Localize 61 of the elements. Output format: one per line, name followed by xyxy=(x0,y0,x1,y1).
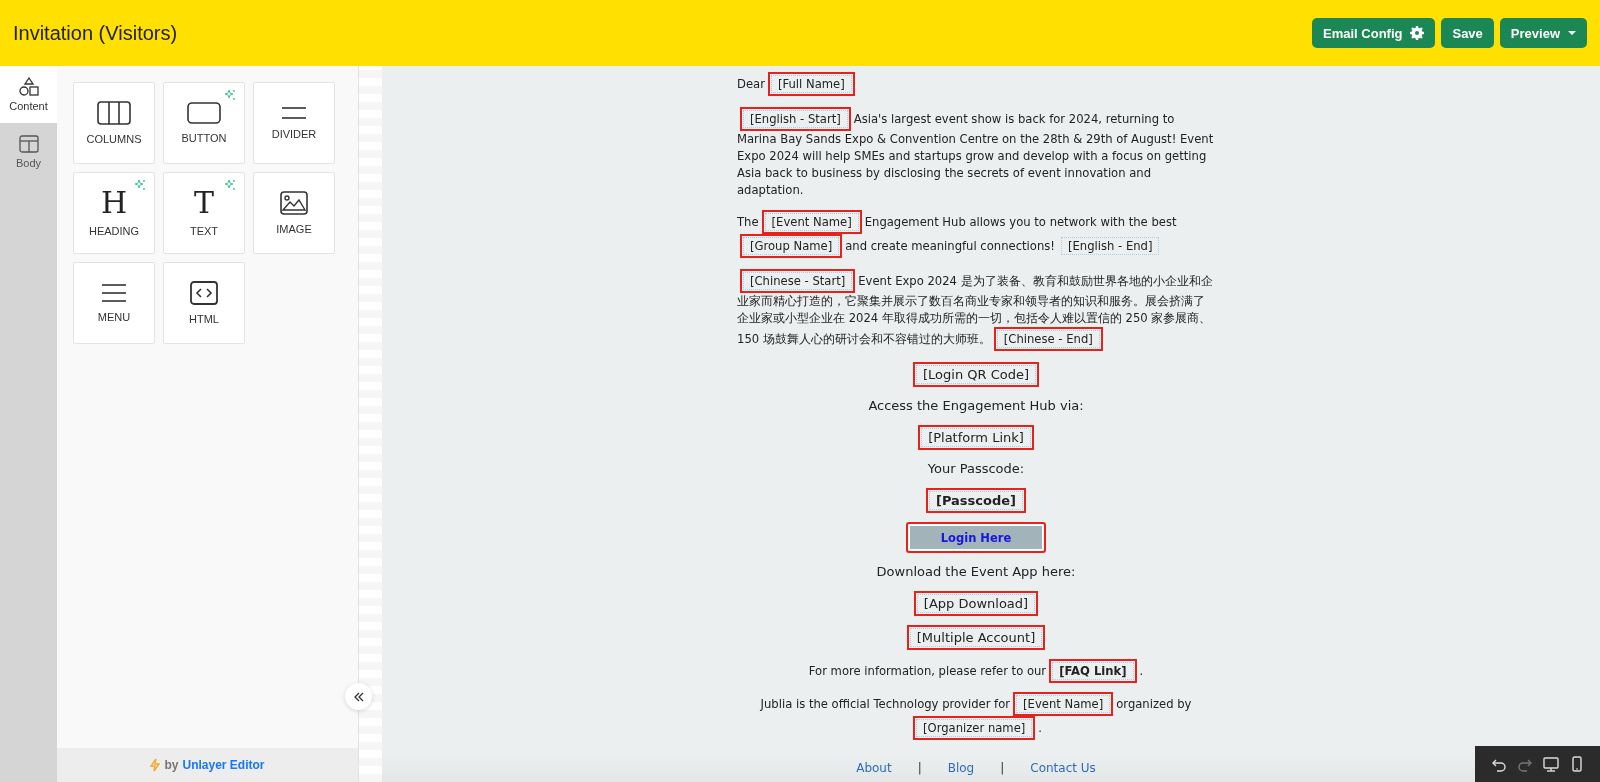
brand-link[interactable]: Unlayer Editor xyxy=(182,758,265,772)
merge-tag: [FAQ Link] xyxy=(1049,659,1137,683)
email-paragraph: The [Event Name] Engagement Hub allows you to network with the best [Group Name] and create meaningful connections! [English - End] xyxy=(737,210,1215,258)
email-text: Your Passcode: xyxy=(926,460,1026,478)
separator: | xyxy=(917,761,922,775)
desktop-icon[interactable] xyxy=(1542,756,1559,772)
text-icon: T xyxy=(194,189,214,217)
footer-link[interactable]: Contact Us xyxy=(1030,761,1096,775)
config-button[interactable]: Email Config xyxy=(1312,18,1436,48)
merge-tag: [English - Start] xyxy=(740,107,851,131)
footer-link[interactable]: Blog xyxy=(947,761,975,775)
heading-icon: H xyxy=(100,189,128,217)
merge-tag: [Passcode] xyxy=(925,488,1027,513)
merge-tag: [Group Name] xyxy=(740,234,843,258)
lightning-icon xyxy=(150,758,161,772)
double-chevron-icon xyxy=(352,691,365,702)
merge-tag: [Platform Link] xyxy=(918,425,1034,450)
merge-tag: [Chinese - End] xyxy=(993,327,1103,351)
columns-icon xyxy=(97,101,131,125)
divider-icon xyxy=(281,106,307,120)
tool-tile[interactable]: T TEXT xyxy=(163,172,245,254)
button-icon xyxy=(187,102,221,124)
settings-icon xyxy=(1410,26,1425,40)
tool-tile[interactable]: DIVIDER xyxy=(253,82,335,164)
layout-icon xyxy=(18,134,39,153)
caret-icon xyxy=(1568,30,1576,36)
code-icon xyxy=(190,281,218,305)
merge-tag: [Login QR Code] xyxy=(913,362,1039,387)
merge-tag: [Event Name] xyxy=(761,210,862,234)
footer-link[interactable]: About xyxy=(856,761,892,775)
email-text: For more information, please refer to our [FAQ Link] . xyxy=(737,659,1215,683)
tool-tile[interactable]: HTML xyxy=(163,262,245,344)
merge-tag: [Chinese - Start] xyxy=(740,269,856,293)
email-paragraph: [English - Start] Asia's largest event show is back for 2024, returning to Marina Bay Sands Expo & Convention Centre on the 28th & 29th of August! Event Expo 2024 will help SMEs and startups grow and develop with a focus on getting Asia back to business by disclosing the secrets of event innovation and adaptation. xyxy=(737,107,1215,199)
tool-tile[interactable]: MENU xyxy=(73,262,155,344)
tool-tile[interactable]: BUTTON xyxy=(163,82,245,164)
side-tab[interactable]: Body xyxy=(0,123,57,180)
merge-tag: [Multiple Account] xyxy=(906,625,1046,650)
page-title: Invitation (Visitors) xyxy=(13,21,178,45)
tool-tile[interactable]: COLUMNS xyxy=(73,82,155,164)
menu-icon xyxy=(101,283,127,303)
collapse-button[interactable] xyxy=(345,683,372,710)
shapes-icon xyxy=(18,77,39,96)
merge-tag: [Event Name] xyxy=(1013,692,1114,716)
image-icon xyxy=(280,191,308,215)
login-button[interactable]: Login Here xyxy=(906,522,1046,553)
separator: | xyxy=(1000,761,1005,775)
email-text: Access the Engagement Hub via: xyxy=(867,397,1085,415)
branding-text: by xyxy=(164,758,179,772)
tool-tile[interactable]: H HEADING xyxy=(73,172,155,254)
tool-tile[interactable]: IMAGE xyxy=(253,172,335,254)
email-paragraph: Dear [Full Name] xyxy=(737,72,1215,96)
email-text: Download the Event App here: xyxy=(875,563,1077,581)
merge-tag: [Organizer name] xyxy=(913,716,1036,740)
dropdown-button[interactable]: Preview xyxy=(1499,18,1587,48)
merge-tag: [App Download] xyxy=(913,591,1039,616)
email-text: Jublia is the official Technology provider for [Event Name] organized by [Organizer name] . xyxy=(737,692,1215,740)
email-paragraph: [Chinese - Start] Event Expo 2024 是为了装备、教育和鼓励世界各地的小企业和企业家而精心打造的，它聚集并展示了数百名商业专家和领导者的知识和服务。展会挤满了企业家或小型企业在 2024 年取得成功所需的一切，包括令人难以置信的 250 家参展商、150 场鼓舞人心的研讨会和不容错过的大师班。 [Chinese - End] xyxy=(737,269,1215,351)
save-button[interactable]: Save xyxy=(1441,18,1494,48)
side-tab[interactable]: Content xyxy=(0,66,57,123)
merge-tag: [Full Name] xyxy=(767,72,855,96)
